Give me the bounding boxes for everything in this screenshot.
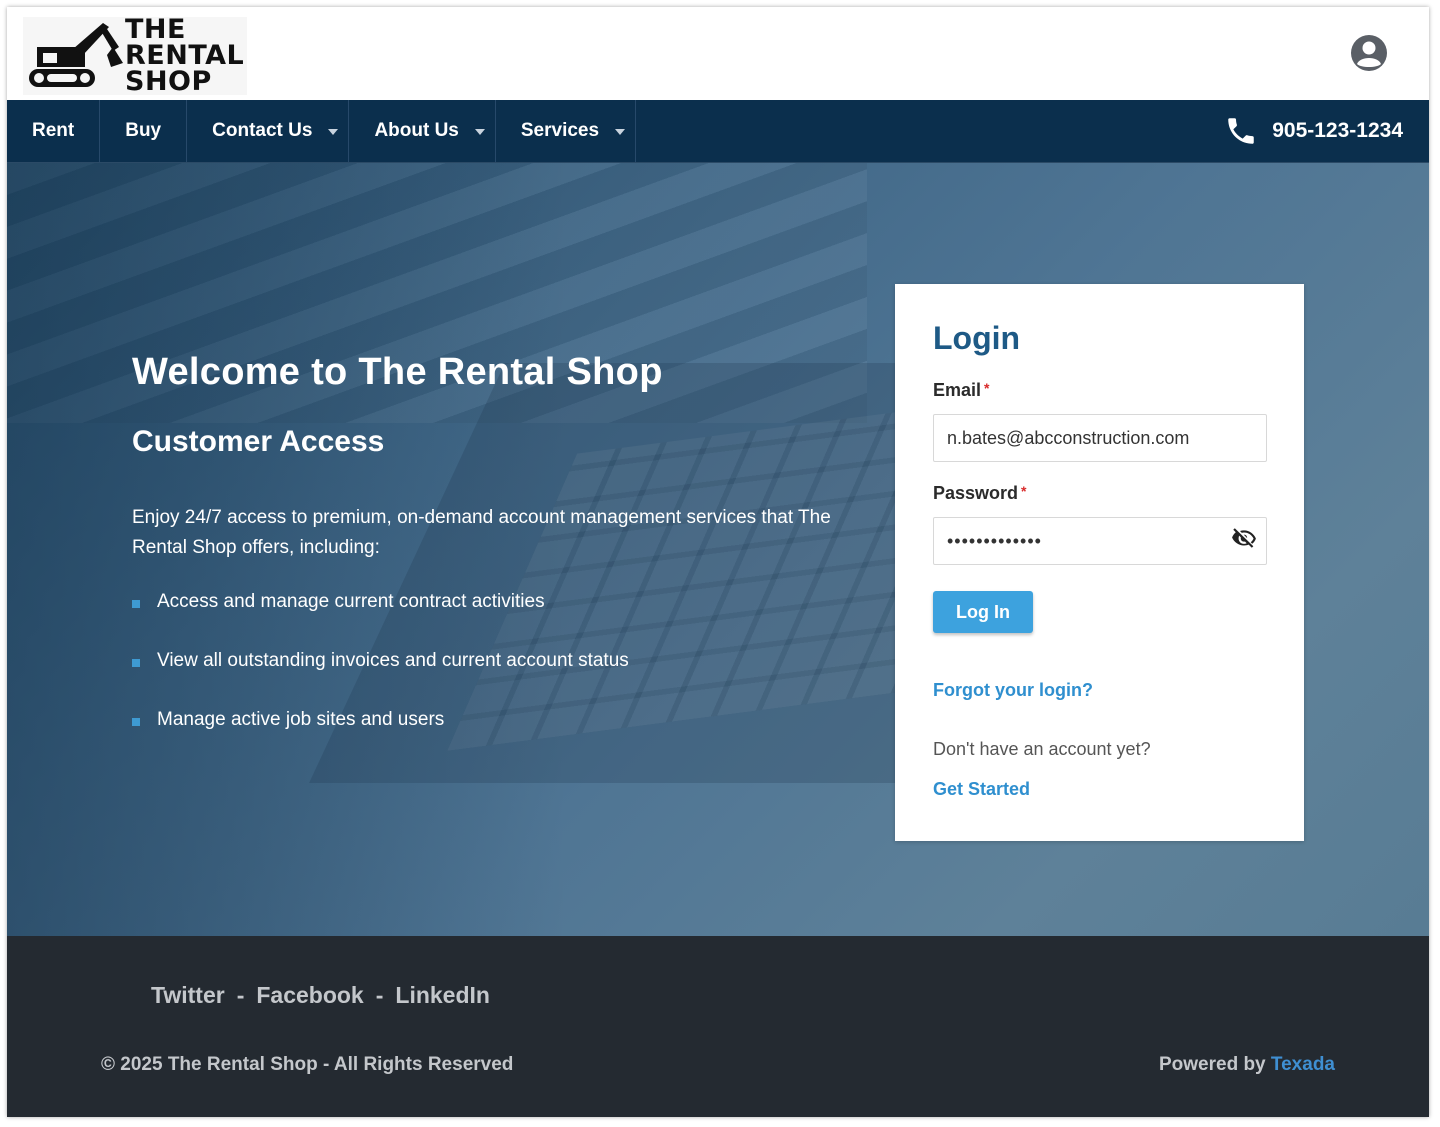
account-circle-icon[interactable] bbox=[1350, 34, 1388, 72]
site-logo[interactable]: THE RENTAL SHOP bbox=[23, 16, 247, 97]
forgot-login-link[interactable]: Forgot your login? bbox=[933, 680, 1093, 701]
login-card: Login Email* Password* Log In Forgot you… bbox=[895, 284, 1304, 841]
nav-item-contact-us[interactable]: Contact Us bbox=[187, 100, 350, 162]
phone-number: 905-123-1234 bbox=[1272, 119, 1403, 142]
list-item: View all outstanding invoices and curren… bbox=[132, 650, 629, 709]
logo-wordmark: THE RENTAL SHOP bbox=[125, 16, 244, 97]
logo-line-3: SHOP bbox=[125, 66, 212, 97]
password-field[interactable] bbox=[933, 517, 1267, 565]
hero-title: Welcome to The Rental Shop bbox=[132, 351, 663, 393]
nav-item-label: Contact Us bbox=[212, 120, 313, 141]
email-label: Email * bbox=[933, 380, 989, 401]
no-account-text: Don't have an account yet? bbox=[933, 739, 1151, 759]
social-separator: - bbox=[375, 982, 384, 1008]
list-item: Manage active job sites and users bbox=[132, 709, 629, 768]
hero-subtitle: Customer Access bbox=[132, 425, 385, 458]
bullet-square-icon bbox=[132, 600, 140, 608]
facebook-link[interactable]: Facebook bbox=[256, 982, 363, 1009]
nav-item-buy[interactable]: Buy bbox=[100, 100, 188, 162]
nav-item-services[interactable]: Services bbox=[496, 100, 637, 162]
list-item: Access and manage current contract activ… bbox=[132, 591, 629, 650]
social-separator: - bbox=[236, 982, 245, 1008]
get-started-link[interactable]: Get Started bbox=[933, 779, 1030, 800]
nav-item-label: Buy bbox=[125, 120, 162, 141]
powered-by: Powered by Texada bbox=[1159, 1054, 1335, 1076]
chevron-down-icon bbox=[474, 129, 485, 135]
list-item-text: View all outstanding invoices and curren… bbox=[157, 650, 629, 671]
linkedin-link[interactable]: LinkedIn bbox=[395, 982, 490, 1009]
feature-list: Access and manage current contract activ… bbox=[132, 591, 629, 768]
nav-item-about-us[interactable]: About Us bbox=[349, 100, 496, 162]
powered-by-text: Powered by bbox=[1158, 1054, 1266, 1075]
bullet-square-icon bbox=[132, 659, 140, 667]
twitter-link[interactable]: Twitter bbox=[151, 982, 225, 1009]
list-item-text: Manage active job sites and users bbox=[157, 709, 445, 730]
nav-item-rent[interactable]: Rent bbox=[7, 100, 101, 162]
list-item-text: Access and manage current contract activ… bbox=[157, 591, 545, 612]
eye-off-icon[interactable] bbox=[1231, 526, 1257, 552]
nav-item-label: Services bbox=[520, 120, 600, 141]
email-label-text: Email bbox=[933, 380, 982, 400]
texada-link[interactable]: Texada bbox=[1271, 1054, 1335, 1075]
excavator-logo-icon bbox=[29, 23, 123, 87]
site-header: THE RENTAL SHOP bbox=[7, 7, 1429, 100]
password-label: Password * bbox=[933, 483, 1027, 504]
nav-item-label: About Us bbox=[374, 120, 459, 141]
page-frame: THE RENTAL SHOP Rent Buy Contact Us Abou… bbox=[7, 7, 1429, 1117]
main-nav: Rent Buy Contact Us About Us Services 90… bbox=[7, 100, 1429, 163]
chevron-down-icon bbox=[328, 129, 339, 135]
login-button[interactable]: Log In bbox=[933, 591, 1033, 633]
login-title: Login bbox=[933, 320, 1021, 356]
hero-description: Enjoy 24/7 access to premium, on-demand … bbox=[132, 507, 831, 558]
nav-item-label: Rent bbox=[32, 120, 75, 141]
site-footer: Twitter - Facebook - LinkedIn © 2025 The… bbox=[7, 936, 1429, 1117]
password-label-text: Password bbox=[933, 483, 1019, 503]
copyright-text: © 2025 The Rental Shop - All Rights Rese… bbox=[101, 1054, 514, 1075]
phone-link[interactable]: 905-123-1234 bbox=[1224, 100, 1403, 162]
email-field[interactable] bbox=[933, 414, 1267, 462]
social-links: Twitter - Facebook - LinkedIn bbox=[151, 982, 490, 1009]
required-mark: * bbox=[1021, 483, 1027, 499]
bullet-square-icon bbox=[132, 718, 140, 726]
required-mark: * bbox=[984, 380, 990, 396]
hero-section: Welcome to The Rental Shop Customer Acce… bbox=[7, 163, 1429, 936]
chevron-down-icon bbox=[615, 129, 626, 135]
phone-icon bbox=[1228, 118, 1254, 144]
